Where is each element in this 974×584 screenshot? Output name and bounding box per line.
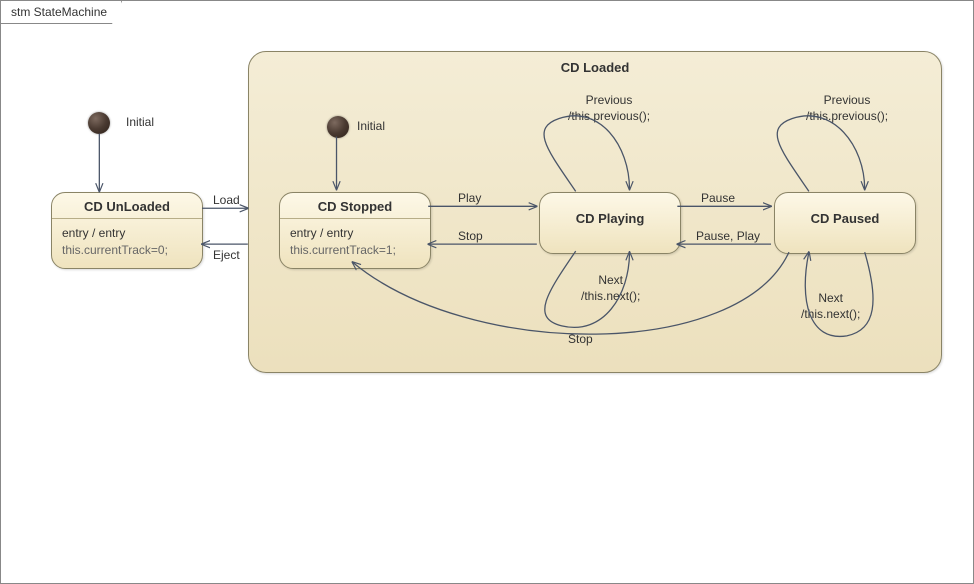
transition-next-playing-label: Next /this.next(); — [581, 273, 640, 304]
transition-next-paused-label: Next /this.next(); — [801, 291, 860, 322]
transition-load-label: Load — [213, 193, 240, 209]
transition-prev-playing-label: Previous /this.previous(); — [568, 93, 650, 124]
transition-prev-paused-label: Previous /this.previous(); — [806, 93, 888, 124]
state-cd-stopped-entry: entry / entry — [290, 225, 420, 242]
frame-title-text: stm StateMachine — [11, 5, 107, 19]
state-cd-loaded-title: CD Loaded — [249, 60, 941, 75]
state-cd-stopped-title: CD Stopped — [280, 193, 430, 218]
state-cd-paused-title: CD Paused — [775, 193, 915, 230]
state-cd-unloaded-body: entry / entry this.currentTrack=0; — [52, 218, 202, 268]
initial-label-outer: Initial — [126, 115, 154, 131]
transition-stop-label: Stop — [458, 229, 483, 245]
state-cd-unloaded-entry-code: this.currentTrack=0; — [62, 242, 192, 259]
state-cd-unloaded: CD UnLoaded entry / entry this.currentTr… — [51, 192, 203, 269]
transition-pause-play-label: Pause, Play — [696, 229, 760, 245]
state-cd-paused: CD Paused — [774, 192, 916, 254]
transition-play-label: Play — [458, 191, 481, 207]
state-cd-stopped: CD Stopped entry / entry this.currentTra… — [279, 192, 431, 269]
initial-pseudostate-inner — [327, 116, 349, 138]
state-cd-stopped-entry-code: this.currentTrack=1; — [290, 242, 420, 259]
state-cd-unloaded-entry: entry / entry — [62, 225, 192, 242]
state-cd-playing-title: CD Playing — [540, 193, 680, 230]
state-cd-unloaded-title: CD UnLoaded — [52, 193, 202, 218]
initial-pseudostate-outer — [88, 112, 110, 134]
transition-eject-label: Eject — [213, 248, 240, 264]
initial-label-inner: Initial — [357, 119, 385, 135]
transition-pause-label: Pause — [701, 191, 735, 207]
state-cd-playing: CD Playing — [539, 192, 681, 254]
transition-stop-paused-label: Stop — [568, 332, 593, 348]
state-cd-stopped-body: entry / entry this.currentTrack=1; — [280, 218, 430, 268]
frame-title: stm StateMachine — [1, 1, 122, 24]
diagram-frame: stm StateMachine Initial CD UnLoaded ent… — [0, 0, 974, 584]
